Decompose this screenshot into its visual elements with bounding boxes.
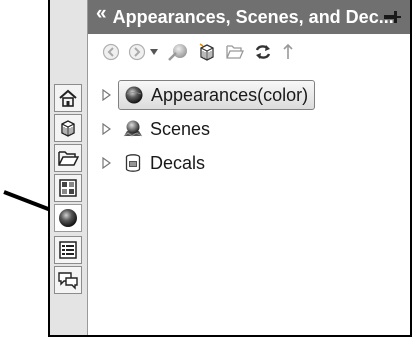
- appearances-tab[interactable]: [54, 204, 82, 232]
- folder-icon: [226, 45, 244, 59]
- tree-item-appearances[interactable]: Appearances(color): [88, 78, 410, 112]
- forum-tab[interactable]: [54, 266, 82, 294]
- collapse-button[interactable]: «: [96, 3, 107, 25]
- properties-icon: [59, 241, 77, 259]
- appearances-tab-icon: [59, 209, 77, 227]
- apply-appearance-button[interactable]: [167, 42, 189, 62]
- dropdown-icon: [150, 49, 158, 55]
- panel-toolbar: [88, 34, 410, 70]
- view-palette-icon: [59, 179, 77, 197]
- expand-arrow-icon[interactable]: [102, 89, 116, 101]
- 3d-object-icon: [199, 43, 214, 61]
- forward-icon: [128, 43, 146, 61]
- history-dropdown[interactable]: [149, 48, 159, 56]
- refresh-button[interactable]: [253, 42, 273, 62]
- selected-node[interactable]: Appearances(color): [118, 80, 316, 110]
- up-one-level-button[interactable]: [281, 43, 295, 61]
- appearance-color-icon: [168, 44, 187, 61]
- add-to-library-button[interactable]: [197, 42, 217, 62]
- file-explorer-tab[interactable]: [54, 144, 82, 172]
- forum-icon: [58, 272, 78, 290]
- expand-arrow-icon[interactable]: [102, 157, 116, 169]
- 3d-part-icon: [61, 120, 75, 137]
- up-arrow-icon: [283, 43, 293, 59]
- task-pane-title-bar: « Appearances, Scenes, and Dec...: [88, 0, 410, 34]
- decal-icon: [122, 152, 144, 174]
- forward-button[interactable]: [128, 43, 146, 61]
- expand-arrow-icon[interactable]: [102, 123, 116, 135]
- add-file-location-button[interactable]: [225, 43, 245, 61]
- refresh-icon: [255, 45, 271, 59]
- task-pane-tab-bar: [50, 0, 88, 335]
- home-icon: [59, 89, 77, 107]
- tree-item-label: Appearances(color): [151, 84, 309, 105]
- view-palette-tab[interactable]: [54, 174, 82, 202]
- pin-icon[interactable]: [382, 9, 402, 25]
- custom-properties-tab[interactable]: [54, 236, 82, 264]
- design-library-tab[interactable]: [54, 114, 82, 142]
- tree-item-decals[interactable]: Decals: [88, 146, 410, 180]
- home-tab[interactable]: [54, 84, 82, 112]
- tree-item-label: Scenes: [150, 118, 211, 139]
- scene-icon: [122, 118, 144, 140]
- tree-item-label: Decals: [150, 152, 206, 173]
- appearance-sphere-icon: [123, 84, 145, 106]
- back-icon: [102, 43, 120, 61]
- resource-tree: Appearances(color) Scenes Decals: [88, 78, 410, 180]
- folder-open-icon: [58, 151, 79, 166]
- panel-title: Appearances, Scenes, and Dec...: [112, 6, 394, 27]
- back-button[interactable]: [102, 43, 120, 61]
- tree-item-scenes[interactable]: Scenes: [88, 112, 410, 146]
- task-pane: « Appearances, Scenes, and Dec... Appear…: [48, 0, 412, 337]
